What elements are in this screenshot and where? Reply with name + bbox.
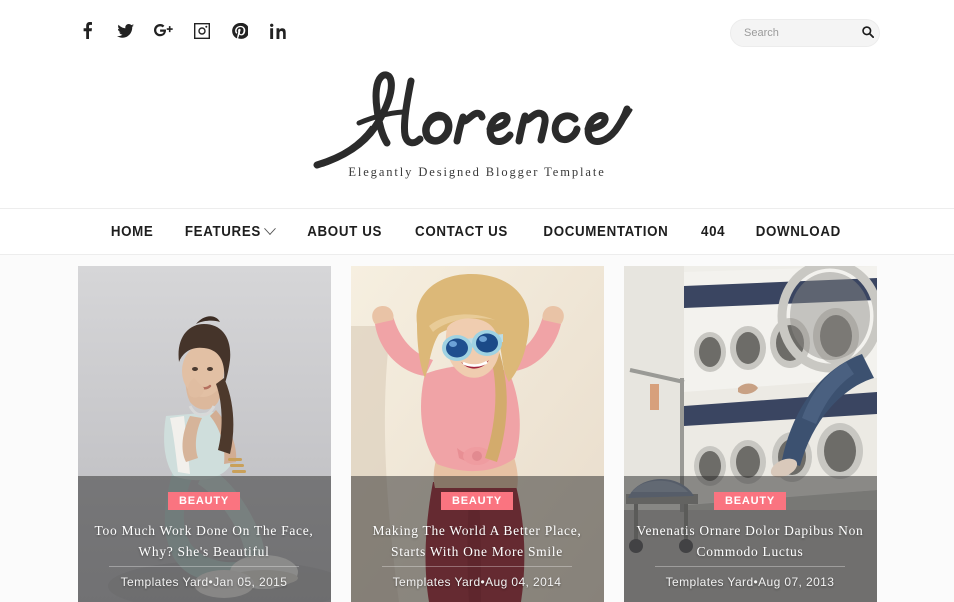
social-links [78,21,287,40]
logo-script-mark [307,65,647,169]
post-title[interactable]: Making The World A Better Place, Starts … [363,521,591,563]
nav-label: DOWNLOAD [756,224,841,240]
nav-item-about-us[interactable]: ABOUT US [295,224,394,240]
google-plus-icon[interactable] [154,21,173,40]
nav-label: CONTACT US [415,224,508,240]
post-meta-wrap: Templates Yard•Jan 05, 2015 [109,566,299,602]
facebook-icon[interactable] [78,21,97,40]
twitter-icon[interactable] [116,21,135,40]
instagram-icon[interactable] [192,21,211,40]
post-card[interactable]: BEAUTY Making The World A Better Place, … [351,266,604,602]
top-bar [0,0,954,63]
post-meta: Templates Yard•Jan 05, 2015 [121,575,288,589]
search-icon [862,26,874,41]
nav-label: DOCUMENTATION [544,224,669,240]
search-box[interactable] [730,19,880,47]
post-meta: Templates Yard•Aug 07, 2013 [666,575,835,589]
post-category-badge[interactable]: BEAUTY [714,492,786,510]
post-caption: BEAUTY Venenatis Ornare Dolor Dapibus No… [624,476,877,602]
post-meta-wrap: Templates Yard•Aug 07, 2013 [655,566,845,602]
post-card[interactable]: BEAUTY Venenatis Ornare Dolor Dapibus No… [624,266,877,602]
post-category-badge[interactable]: BEAUTY [441,492,513,510]
nav-label: HOME [111,224,154,240]
site-logo[interactable] [307,65,647,169]
nav-label: FEATURES [185,224,261,240]
masthead: Elegantly Designed Blogger Template [0,63,954,208]
nav-item-404[interactable]: 404 [689,224,737,240]
post-title[interactable]: Venenatis Ornare Dolor Dapibus Non Commo… [636,521,864,563]
post-caption: BEAUTY Too Much Work Done On The Face, W… [78,476,331,602]
nav-item-documentation[interactable]: DOCUMENTATION [532,224,681,240]
nav-list: HOME FEATURES ABOUT US CONTACT US DOCUME… [96,224,858,240]
nav-item-contact-us[interactable]: CONTACT US [403,224,520,240]
post-grid: BEAUTY Too Much Work Done On The Face, W… [0,266,954,602]
linkedin-icon[interactable] [268,21,287,40]
post-category-badge[interactable]: BEAUTY [168,492,240,510]
content-area: BEAUTY Too Much Work Done On The Face, W… [0,255,954,602]
nav-label: ABOUT US [307,224,382,240]
post-caption: BEAUTY Making The World A Better Place, … [351,476,604,602]
chevron-down-icon [264,222,276,235]
search-input[interactable] [731,20,856,46]
post-meta: Templates Yard•Aug 04, 2014 [393,575,562,589]
pinterest-icon[interactable] [230,21,249,40]
post-title[interactable]: Too Much Work Done On The Face, Why? She… [90,521,318,563]
search-button[interactable] [856,20,879,46]
post-meta-wrap: Templates Yard•Aug 04, 2014 [382,566,572,602]
nav-label: 404 [701,224,725,240]
nav-item-home[interactable]: HOME [99,224,166,240]
nav-item-features[interactable]: FEATURES [173,224,286,240]
main-navigation: HOME FEATURES ABOUT US CONTACT US DOCUME… [0,208,954,255]
post-card[interactable]: BEAUTY Too Much Work Done On The Face, W… [78,266,331,602]
nav-item-download[interactable]: DOWNLOAD [744,224,853,240]
